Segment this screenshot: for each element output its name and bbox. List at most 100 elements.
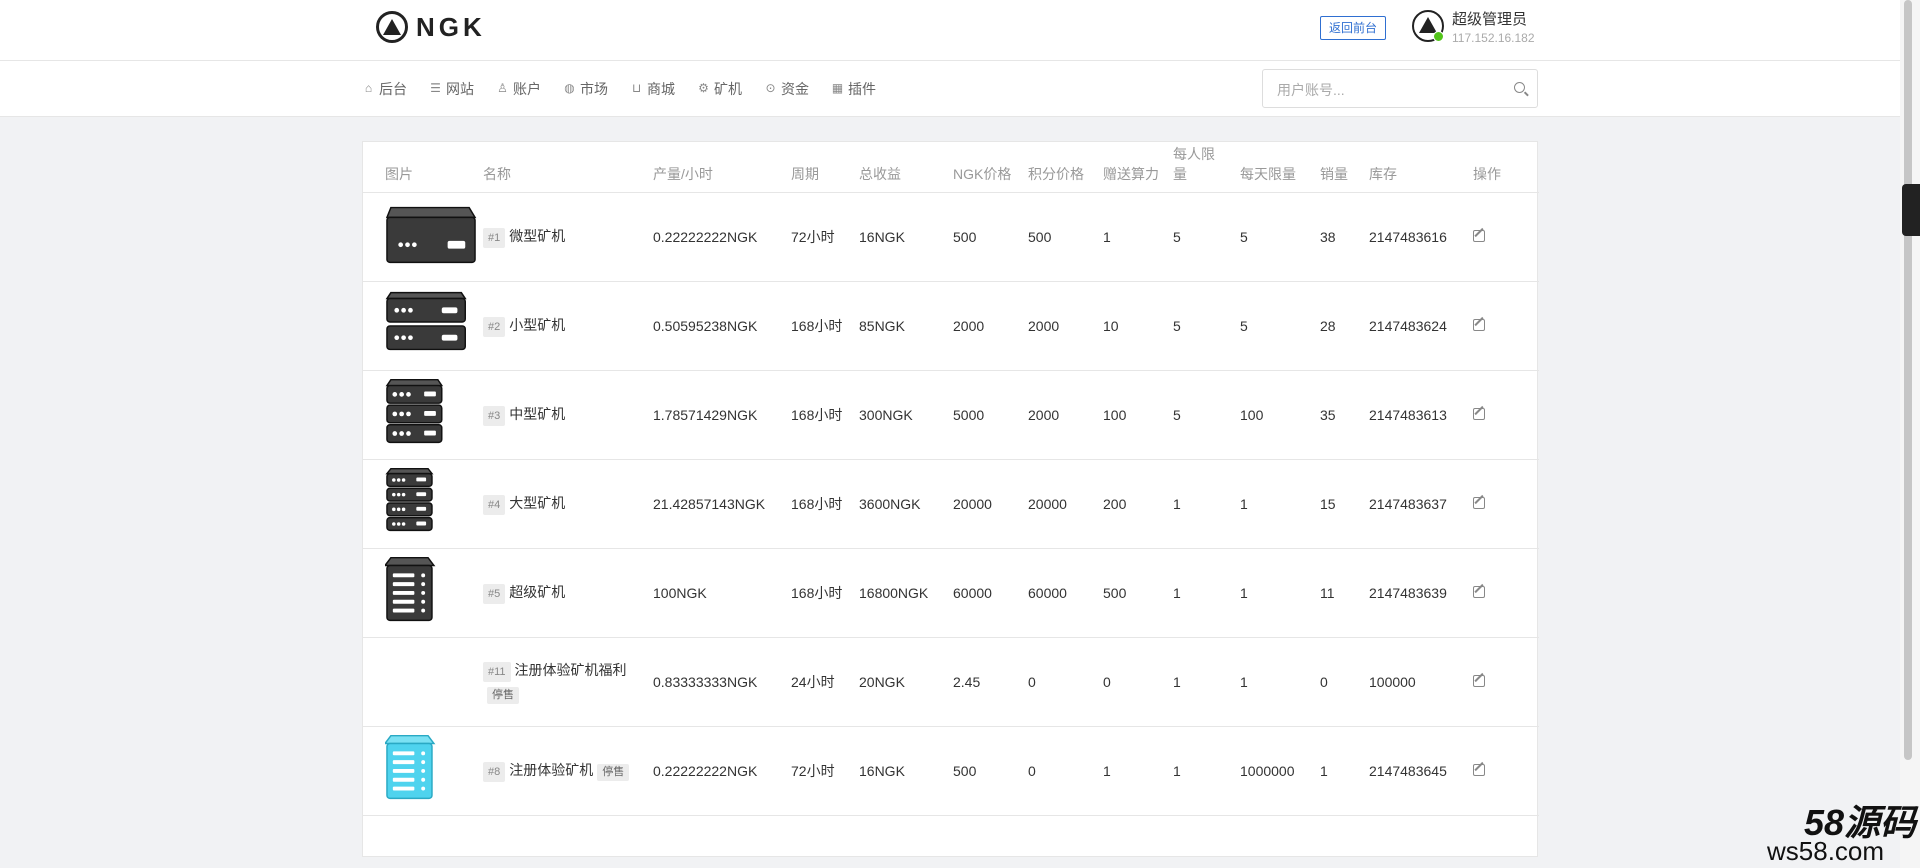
admin-name: 超级管理员 xyxy=(1452,11,1528,28)
cell-ngk-price: 500 xyxy=(947,192,1022,282)
cell-ngk-price: 60000 xyxy=(947,548,1022,638)
miner-id-badge: #4 xyxy=(483,495,506,515)
action-cell xyxy=(1467,370,1539,460)
miner-image xyxy=(385,377,471,453)
edit-icon[interactable] xyxy=(1473,318,1485,331)
scrollbar-thumb[interactable] xyxy=(1904,0,1912,760)
cell-sales: 1 xyxy=(1314,726,1363,816)
back-to-frontend-button[interactable]: 返回前台 xyxy=(1320,16,1386,40)
cell-stock: 2147483616 xyxy=(1363,192,1467,282)
miner-image-cell xyxy=(363,192,477,282)
col-header-sales: 销量 xyxy=(1314,142,1363,193)
col-header-per-day: 每天限量 xyxy=(1234,142,1314,193)
cell-cycle: 72小时 xyxy=(785,192,853,282)
nav-item-backend[interactable]: ⌂ 后台 xyxy=(362,79,407,99)
cell-total: 16NGK xyxy=(853,726,947,816)
col-header-stock: 库存 xyxy=(1363,142,1467,193)
cart-icon: ⊔ xyxy=(631,81,642,95)
nav-label: 后台 xyxy=(379,80,407,97)
cell-stock: 2147483624 xyxy=(1363,281,1467,371)
users-icon: ♙ xyxy=(497,81,508,95)
admin-ip: 117.152.16.182 xyxy=(1452,31,1535,45)
cell-output: 0.50595238NGK xyxy=(647,281,785,371)
cell-cycle: 168小时 xyxy=(785,459,853,549)
cell-total: 85NGK xyxy=(853,281,947,371)
nav-label: 插件 xyxy=(848,80,876,97)
miner-name: 注册体验矿机 xyxy=(509,762,594,778)
cell-stock: 2147483639 xyxy=(1363,548,1467,638)
edit-icon[interactable] xyxy=(1473,585,1485,598)
brand-logo[interactable]: NGK xyxy=(376,11,486,43)
cell-stock: 2147483637 xyxy=(1363,459,1467,549)
miner-id-badge: #2 xyxy=(483,317,506,337)
miner-image xyxy=(385,199,477,275)
miner-name: 超级矿机 xyxy=(509,584,566,600)
nav-item-market[interactable]: ◍ 市场 xyxy=(563,79,608,99)
cell-point-price: 0 xyxy=(1022,726,1097,816)
nav-item-plugins[interactable]: ▦ 插件 xyxy=(831,79,876,99)
cell-per-day: 1 xyxy=(1234,459,1314,549)
cell-power: 1 xyxy=(1097,192,1167,282)
miner-name-cell: #11 注册体验矿机福利停售 xyxy=(477,637,647,727)
list-icon: ☰ xyxy=(430,81,441,95)
col-header-per-user: 每人限量 xyxy=(1167,142,1234,193)
edit-icon[interactable] xyxy=(1473,674,1485,687)
miner-name-cell: #5 超级矿机 xyxy=(477,548,647,638)
search-icon[interactable] xyxy=(1514,82,1525,93)
nav-item-website[interactable]: ☰ 网站 xyxy=(429,79,474,99)
miner-id-badge: #11 xyxy=(483,662,511,682)
nav-item-account[interactable]: ♙ 账户 xyxy=(496,79,541,99)
cell-point-price: 0 xyxy=(1022,637,1097,727)
cell-ngk-price: 2000 xyxy=(947,281,1022,371)
admin-profile[interactable]: 超级管理员 117.152.16.182 xyxy=(1412,10,1535,46)
cell-output: 1.78571429NGK xyxy=(647,370,785,460)
cell-per-user: 1 xyxy=(1167,726,1234,816)
action-cell xyxy=(1467,637,1539,727)
cell-stock: 100000 xyxy=(1363,637,1467,727)
miner-id-badge: #3 xyxy=(483,406,506,426)
cell-per-user: 1 xyxy=(1167,459,1234,549)
status-badge: 停售 xyxy=(597,764,630,781)
miner-name: 注册体验矿机福利 xyxy=(514,662,627,678)
cell-power: 100 xyxy=(1097,370,1167,460)
miner-image-cell xyxy=(363,370,477,460)
cell-cycle: 72小时 xyxy=(785,726,853,816)
action-cell xyxy=(1467,548,1539,638)
nav-label: 市场 xyxy=(580,80,608,97)
edit-icon[interactable] xyxy=(1473,407,1485,420)
col-header-power: 赠送算力 xyxy=(1097,142,1167,193)
miner-image xyxy=(383,555,471,631)
cell-output: 0.83333333NGK xyxy=(647,637,785,727)
cell-per-user: 5 xyxy=(1167,281,1234,371)
cell-per-user: 1 xyxy=(1167,548,1234,638)
miner-image-cell xyxy=(363,726,477,816)
cell-total: 300NGK xyxy=(853,370,947,460)
nav-item-miner[interactable]: ⚙ 矿机 xyxy=(697,79,742,99)
nav-label: 商城 xyxy=(647,80,675,97)
table-row: #5 超级矿机 100NGK 168小时 16800NGK 60000 60000 500 1 1… xyxy=(363,548,1539,638)
cell-total: 16NGK xyxy=(853,192,947,282)
side-widget[interactable] xyxy=(1902,184,1920,236)
nav-item-funds[interactable]: ⊙ 资金 xyxy=(764,79,809,99)
cell-ngk-price: 20000 xyxy=(947,459,1022,549)
cell-power: 1 xyxy=(1097,726,1167,816)
nav-item-shop[interactable]: ⊔ 商城 xyxy=(630,79,675,99)
search-input[interactable] xyxy=(1275,79,1499,101)
cell-cycle: 168小时 xyxy=(785,548,853,638)
cell-power: 200 xyxy=(1097,459,1167,549)
edit-icon[interactable] xyxy=(1473,763,1485,776)
edit-icon[interactable] xyxy=(1473,496,1485,509)
edit-icon[interactable] xyxy=(1473,229,1485,242)
cell-point-price: 20000 xyxy=(1022,459,1097,549)
miner-table-panel: 图片 名称 产量/小时 周期 总收益 NGK价格 积分价格 赠送算力 每人限量 … xyxy=(362,141,1539,857)
cell-sales: 0 xyxy=(1314,637,1363,727)
miner-name-cell: #2 小型矿机 xyxy=(477,281,647,371)
table-row: #3 中型矿机 1.78571429NGK 168小时 300NGK 5000 2000 10… xyxy=(363,370,1539,460)
miner-name: 大型矿机 xyxy=(509,495,566,511)
cell-point-price: 500 xyxy=(1022,192,1097,282)
action-cell xyxy=(1467,281,1539,371)
action-cell xyxy=(1467,726,1539,816)
miner-name: 中型矿机 xyxy=(509,406,566,422)
cell-per-day: 1 xyxy=(1234,637,1314,727)
cell-total: 20NGK xyxy=(853,637,947,727)
